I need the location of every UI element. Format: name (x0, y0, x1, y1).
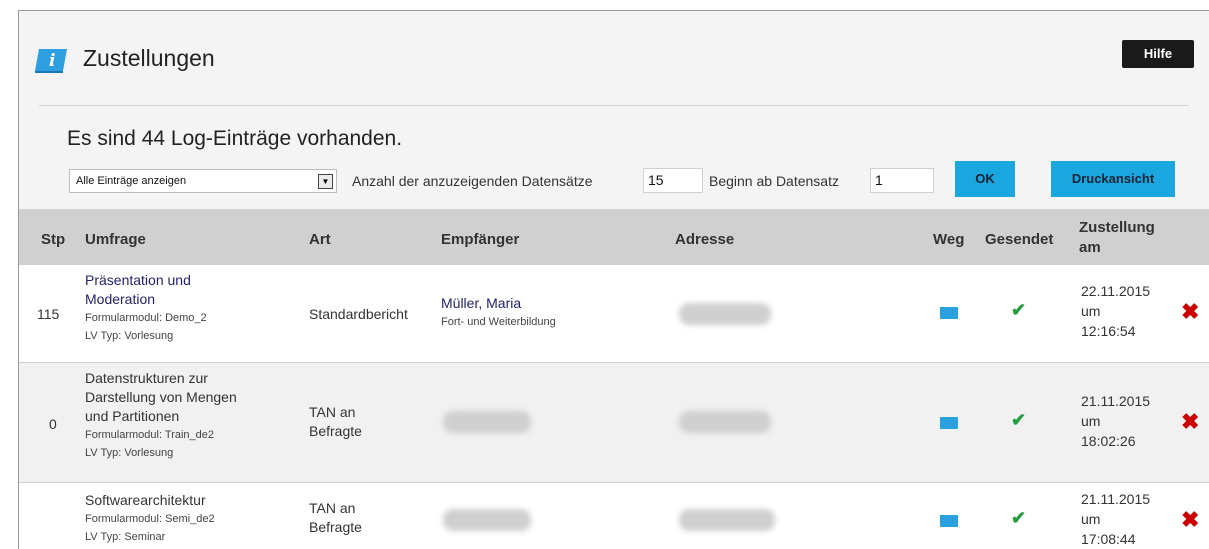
survey-link-line2[interactable]: Moderation (85, 290, 207, 309)
info-book-icon: i (35, 49, 67, 73)
entries-filter-select[interactable]: Alle Einträge anzeigen ▼ (69, 169, 337, 193)
delivery-datetime: 21.11.2015 um 17:08:44 (1081, 489, 1150, 549)
row-art: TAN an Befragte (309, 403, 362, 441)
survey-cell: Softwarearchitektur Formularmodul: Semi_… (85, 491, 215, 546)
delete-x-icon[interactable]: ✖ (1181, 409, 1199, 435)
record-count-label: Anzahl der anzuzeigenden Datensätze (352, 173, 593, 189)
delivery-um: um (1081, 511, 1101, 527)
start-record-input[interactable]: 1 (870, 168, 934, 193)
delivery-date: 21.11.2015 (1081, 393, 1151, 409)
survey-cell: Datenstrukturen zur Darstellung von Meng… (85, 369, 237, 462)
record-count-input[interactable]: 15 (643, 168, 703, 193)
recipient-redacted (443, 411, 531, 433)
survey-title-line1: Datenstrukturen zur (85, 370, 208, 386)
col-zustellung-line2: am (1079, 239, 1101, 256)
col-zustellung-line1: Zustellung (1079, 219, 1155, 236)
survey-title-line1: Softwarearchitektur (85, 492, 206, 508)
recipient-cell: Müller, Maria Fort- und Weiterbildung (441, 294, 556, 331)
row-stp: 0 (49, 416, 57, 432)
row-art-line1: TAN an (309, 404, 356, 420)
delivery-um: um (1081, 413, 1101, 429)
col-art: Art (309, 231, 331, 248)
delete-x-icon[interactable]: ✖ (1181, 299, 1199, 325)
main-frame: i Zustellungen Hilfe Es sind 44 Log-Eint… (18, 10, 1209, 549)
checkmark-icon: ✔ (1011, 300, 1027, 320)
envelope-icon (940, 515, 958, 527)
print-view-button[interactable]: Druckansicht (1051, 161, 1175, 197)
envelope-icon (940, 307, 958, 319)
start-record-label: Beginn ab Datensatz (709, 173, 839, 189)
col-weg: Weg (933, 231, 965, 248)
delivery-date: 22.11.2015 (1081, 283, 1151, 299)
survey-title-line2: Darstellung von Mengen (85, 389, 237, 405)
envelope-icon (940, 417, 958, 429)
delivery-um: um (1081, 303, 1101, 319)
col-stp: Stp (41, 231, 66, 248)
delivery-datetime: 21.11.2015 um 18:02:26 (1081, 391, 1150, 451)
survey-modul: Formularmodul: Train_de2 (85, 429, 215, 441)
address-redacted (679, 303, 771, 325)
delivery-time: 18:02:26 (1081, 433, 1136, 449)
survey-title-line3: und Partitionen (85, 408, 180, 424)
row-art-line2: Befragte (309, 519, 362, 535)
delete-x-icon[interactable]: ✖ (1181, 507, 1199, 533)
row-art-line1: TAN an (309, 500, 356, 516)
filter-select-value: Alle Einträge anzeigen (76, 175, 187, 187)
help-button[interactable]: Hilfe (1122, 40, 1194, 68)
col-zustellung: Zustellung am (1079, 218, 1155, 258)
table-row: 0 Datenstrukturen zur Darstellung von Me… (19, 363, 1209, 483)
row-art: Standardbericht (309, 306, 408, 322)
chevron-down-icon[interactable]: ▼ (318, 174, 333, 189)
address-redacted (679, 411, 771, 433)
log-count-text: Es sind 44 Log-Einträge vorhanden. (67, 127, 403, 150)
col-adresse: Adresse (675, 231, 735, 248)
delivery-time: 12:16:54 (1081, 323, 1136, 339)
recipient-link[interactable]: Müller, Maria (441, 294, 556, 313)
table-row: Softwarearchitektur Formularmodul: Semi_… (19, 483, 1209, 549)
recipient-department: Fort- und Weiterbildung (441, 316, 556, 328)
address-redacted (679, 509, 775, 531)
delivery-date: 21.11.2015 (1081, 491, 1151, 507)
survey-cell: Präsentation und Moderation Formularmodu… (85, 271, 207, 345)
row-stp: 115 (37, 306, 60, 322)
survey-lv-type: LV Typ: Vorlesung (85, 447, 174, 459)
checkmark-icon: ✔ (1011, 410, 1027, 430)
col-empfaenger: Empfänger (441, 231, 520, 248)
page-header: i Zustellungen Hilfe (19, 11, 1209, 107)
delivery-time: 17:08:44 (1081, 531, 1136, 547)
col-gesendet: Gesendet (985, 231, 1054, 248)
recipient-redacted (443, 509, 531, 531)
ok-button[interactable]: OK (955, 161, 1015, 197)
checkmark-icon: ✔ (1011, 508, 1027, 528)
survey-lv-type: LV Typ: Vorlesung (85, 330, 174, 342)
table-row: 115 Präsentation und Moderation Formular… (19, 265, 1209, 363)
header-divider (39, 105, 1189, 106)
row-art: TAN an Befragte (309, 499, 362, 537)
svg-text:i: i (49, 51, 55, 71)
table-header: Stp Umfrage Art Empfänger Adresse Weg Ge… (19, 209, 1209, 265)
survey-link[interactable]: Präsentation und (85, 271, 207, 290)
col-umfrage: Umfrage (85, 231, 146, 248)
survey-lv-type: LV Typ: Seminar (85, 531, 166, 543)
delivery-datetime: 22.11.2015 um 12:16:54 (1081, 281, 1150, 341)
survey-modul: Formularmodul: Semi_de2 (85, 513, 215, 525)
row-art-line2: Befragte (309, 423, 362, 439)
survey-modul: Formularmodul: Demo_2 (85, 312, 207, 324)
page-title: Zustellungen (83, 45, 215, 71)
